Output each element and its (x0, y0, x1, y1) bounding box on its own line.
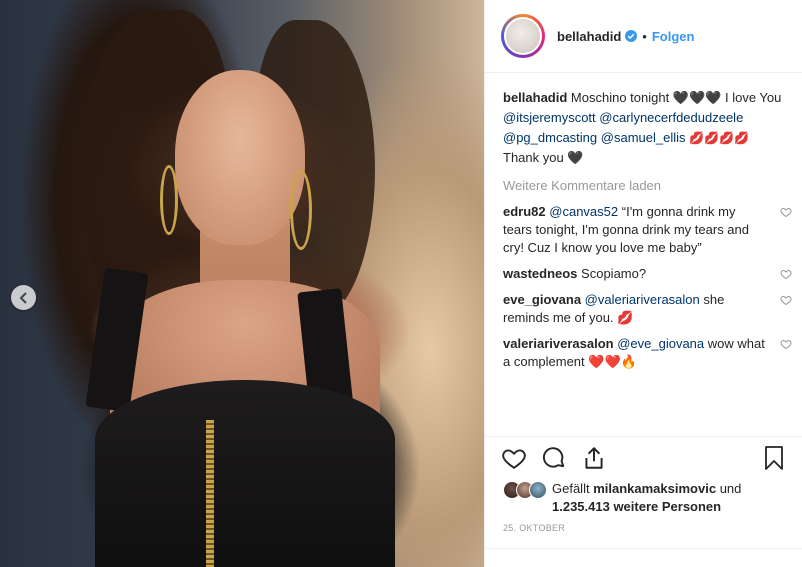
avatar[interactable] (504, 17, 542, 55)
post-sidebar: bellahadid • Folgen bellahadid Moschino … (484, 0, 802, 567)
caption-username[interactable]: bellahadid (503, 90, 567, 105)
comment-icon (542, 446, 565, 468)
story-ring[interactable] (501, 14, 545, 58)
caption-mention[interactable]: @pg_dmcasting (503, 130, 597, 145)
heart-icon[interactable] (780, 268, 792, 280)
post-caption: bellahadid Moschino tonight 🖤🖤🖤 I love Y… (503, 88, 788, 168)
share-icon (585, 446, 603, 469)
share-button[interactable] (581, 445, 607, 471)
comment-item: valeriariverasalon @eve_giovana wow what… (503, 335, 792, 371)
caption-mention[interactable]: @carlynecerfdedudzeele (599, 110, 743, 125)
follow-button[interactable]: Folgen (652, 29, 695, 44)
separator-dot: • (642, 28, 647, 44)
comment-item: wastedneos Scopiamo? (503, 265, 792, 283)
verified-icon (625, 30, 638, 42)
post-header: bellahadid • Folgen (485, 0, 802, 73)
caption-mention[interactable]: @itsjeremyscott (503, 110, 596, 125)
likes-connector: und (719, 481, 742, 496)
caption-thanks: Thank you 🖤 (503, 150, 584, 165)
bookmark-icon (765, 445, 783, 470)
previous-photo-button[interactable] (11, 285, 36, 310)
comment-item: eve_giovana @valeriariverasalon she remi… (503, 291, 792, 327)
comment-username[interactable]: eve_giovana (503, 292, 581, 307)
comment-username[interactable]: edru82 (503, 204, 546, 219)
likes-username[interactable]: milankamaksimovic (593, 481, 716, 496)
like-button[interactable] (501, 445, 527, 471)
load-more-comments[interactable]: Weitere Kommentare laden (503, 178, 788, 193)
photo-shape (290, 170, 312, 250)
caption-text: Moschino tonight 🖤🖤🖤 I love You (570, 90, 782, 105)
heart-icon[interactable] (780, 206, 792, 218)
heart-icon (502, 448, 526, 469)
header-username[interactable]: bellahadid (557, 29, 621, 44)
comment-item: edru82 @canvas52 “I'm gonna drink my tea… (503, 203, 792, 257)
chevron-left-icon (19, 291, 27, 304)
comment-button[interactable] (541, 445, 567, 471)
comments-list: bellahadid Moschino tonight 🖤🖤🖤 I love Y… (503, 88, 792, 379)
instagram-post: bellahadid • Folgen bellahadid Moschino … (0, 0, 802, 567)
likes-summary: Gefällt milankamaksimovic und 1.235.413 … (503, 480, 792, 516)
comment-mention[interactable]: @valeriariverasalon (585, 292, 700, 307)
action-bar (485, 436, 802, 478)
avatar[interactable] (529, 481, 547, 499)
caption-mention[interactable]: @samuel_ellis (601, 130, 686, 145)
comment-mention[interactable]: @eve_giovana (617, 336, 704, 351)
comment-username[interactable]: wastedneos (503, 266, 577, 281)
heart-icon[interactable] (780, 338, 792, 350)
comment-mention[interactable]: @canvas52 (549, 204, 618, 219)
post-date[interactable]: 25. OKTOBER (503, 523, 565, 533)
liker-avatars (503, 481, 547, 499)
photo-shape (175, 70, 305, 245)
save-button[interactable] (762, 445, 786, 471)
photo-shape (160, 165, 178, 235)
comment-username[interactable]: valeriariverasalon (503, 336, 614, 351)
comment-text: Scopiamo? (581, 266, 647, 281)
likes-text: Gefällt milankamaksimovic und 1.235.413 … (552, 480, 741, 516)
divider (485, 548, 802, 549)
heart-icon[interactable] (780, 294, 792, 306)
likes-count[interactable]: 1.235.413 weitere Personen (552, 499, 721, 514)
photo-shape (95, 380, 395, 567)
photo-shape (206, 420, 214, 567)
caption-emoji: 💋💋💋💋 (689, 131, 749, 145)
likes-prefix: Gefällt (552, 481, 590, 496)
post-photo[interactable] (0, 0, 484, 567)
